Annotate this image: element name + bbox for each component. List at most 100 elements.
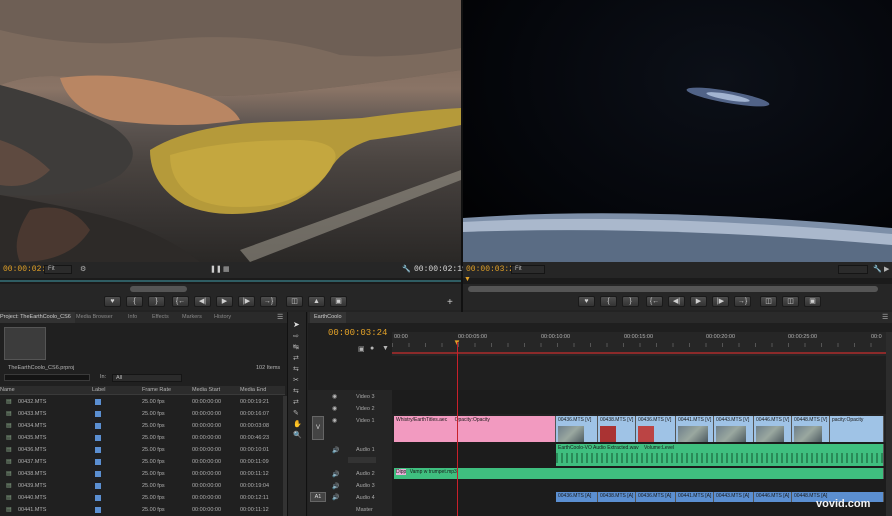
snap-icon[interactable]: ▣ — [358, 345, 365, 353]
rolling-edit-tool-icon[interactable]: ⇄ — [293, 354, 299, 362]
go-to-in-button[interactable]: {← — [646, 296, 663, 307]
mark-in-button[interactable]: { — [126, 296, 143, 307]
search-in-select[interactable]: All — [112, 374, 182, 382]
column-name[interactable]: Name — [0, 387, 15, 393]
video-target-toggle[interactable]: V — [312, 416, 324, 440]
step-forward-button[interactable]: |▶ — [712, 296, 729, 307]
column-media-end[interactable]: Media End — [240, 387, 266, 393]
label-color-swatch[interactable] — [95, 483, 101, 489]
slide-tool-icon[interactable]: ⇄ — [293, 398, 299, 406]
project-item-row[interactable]: ▤ 00436.MTS 25.00 fps 00:00:00:00 00:00:10:0… — [0, 444, 285, 456]
add-marker-button[interactable]: ♥ — [104, 296, 121, 307]
video-clip[interactable]: 00436.MTS [V] — [636, 416, 676, 442]
panel-menu-icon[interactable]: ☰ — [882, 313, 888, 321]
project-search-input[interactable] — [4, 374, 90, 381]
source-time-ruler[interactable] — [0, 278, 461, 284]
mark-in-button[interactable]: { — [600, 296, 617, 307]
tab-project[interactable]: Project: TheEarthCoolo_CS6 — [0, 312, 75, 323]
program-monitor-viewer[interactable] — [463, 0, 892, 262]
step-forward-button[interactable]: |▶ — [238, 296, 255, 307]
video-clip[interactable]: pacity:Opacity — [830, 416, 884, 442]
add-button-icon[interactable]: + — [447, 297, 453, 308]
label-color-swatch[interactable] — [95, 459, 101, 465]
rate-stretch-tool-icon[interactable]: ⇆ — [293, 365, 299, 373]
project-item-row[interactable]: ▤ 00435.MTS 25.00 fps 00:00:00:00 00:00:46:2… — [0, 432, 285, 444]
timeline-current-time[interactable]: 00:00:03:24 — [328, 328, 387, 338]
step-back-button[interactable]: ◀| — [668, 296, 685, 307]
label-color-swatch[interactable] — [95, 471, 101, 477]
eye-icon[interactable]: ◉ — [332, 393, 337, 400]
timeline-scrollbar[interactable] — [886, 332, 892, 516]
label-color-swatch[interactable] — [95, 423, 101, 429]
column-label[interactable]: Label — [92, 387, 105, 393]
play-button[interactable]: ▶ — [690, 296, 707, 307]
project-item-row[interactable]: ▤ 00433.MTS 25.00 fps 00:00:00:00 00:00:16:0… — [0, 408, 285, 420]
timeline-track-area[interactable]: Whistry/EarthTitles.aec Opacity:Opacity … — [392, 390, 886, 516]
track-select-tool-icon[interactable]: ⇨ — [293, 332, 299, 340]
label-color-swatch[interactable] — [95, 495, 101, 501]
music-audio-clip[interactable]: Dipp Vamp w trumpet.mp3 — [394, 468, 884, 479]
export-frame-button[interactable]: ▣ — [330, 296, 347, 307]
export-frame-button[interactable]: ▣ — [804, 296, 821, 307]
video-clip[interactable]: 00448.MTS [V] — [792, 416, 830, 442]
tab-effects[interactable]: Effects — [148, 312, 173, 323]
program-quality-select[interactable] — [838, 265, 868, 274]
audio-target-toggle[interactable]: A1 — [310, 492, 326, 502]
razor-tool-icon[interactable]: ✂ — [293, 376, 299, 384]
source-zoom-select[interactable]: Fit — [44, 265, 72, 274]
video-clip[interactable]: 00443.MTS [V] — [714, 416, 754, 442]
mark-out-button[interactable]: } — [148, 296, 165, 307]
wrench-icon[interactable]: 🔧 — [873, 265, 882, 273]
project-item-row[interactable]: ▤ 00441.MTS 25.00 fps 00:00:00:00 00:00:11:1… — [0, 504, 285, 516]
video-clip[interactable]: 00436.MTS [V] — [556, 416, 598, 442]
tab-info[interactable]: Info — [124, 312, 141, 323]
video-clip[interactable]: 00446.MTS [V] — [754, 416, 792, 442]
tab-markers[interactable]: Markers — [178, 312, 206, 323]
label-color-swatch[interactable] — [95, 411, 101, 417]
a4-audio-clip[interactable]: 00436.MTS [A] — [556, 492, 598, 502]
extract-button[interactable]: ◫ — [782, 296, 799, 307]
project-item-row[interactable]: ▤ 00440.MTS 25.00 fps 00:00:00:00 00:00:12:1… — [0, 492, 285, 504]
source-timecode-out[interactable]: 00:00:02:19 — [414, 265, 467, 274]
speaker-icon[interactable]: 🔊 — [332, 494, 339, 501]
a4-audio-clip[interactable]: 00446.MTS [A] — [754, 492, 792, 502]
speaker-icon[interactable]: 🔊 — [332, 483, 339, 490]
go-to-out-button[interactable]: →} — [734, 296, 751, 307]
step-back-button[interactable]: ◀| — [194, 296, 211, 307]
vo-audio-clip[interactable]: EarthCoolo-VO Audio Extracted.wav Volume… — [556, 444, 884, 466]
video-clip[interactable]: 00441.MTS [V] — [676, 416, 714, 442]
settings-icon[interactable]: ⚙ — [80, 265, 86, 273]
playhead-line[interactable] — [457, 342, 458, 516]
a4-audio-clip[interactable]: 00443.MTS [A] — [714, 492, 754, 502]
pause-icon[interactable]: ❚❚ — [210, 265, 222, 273]
insert-button[interactable]: ◫ — [286, 296, 303, 307]
a4-audio-clip[interactable]: 00441.MTS [A] — [676, 492, 714, 502]
playhead-marker-icon[interactable]: ▼ — [464, 276, 471, 283]
label-color-swatch[interactable] — [95, 435, 101, 441]
hand-tool-icon[interactable]: ✋ — [293, 420, 302, 428]
video-clip[interactable]: 00438.MTS [V] — [598, 416, 636, 442]
go-to-out-button[interactable]: →} — [260, 296, 277, 307]
project-item-row[interactable]: ▤ 00437.MTS 25.00 fps 00:00:00:00 00:00:11:0… — [0, 456, 285, 468]
pen-tool-icon[interactable]: ✎ — [293, 409, 299, 417]
a4-audio-clip[interactable]: 00438.MTS [A] — [598, 492, 636, 502]
marker-icon[interactable]: ▼ — [382, 345, 389, 352]
source-monitor-viewer[interactable] — [0, 0, 461, 262]
column-frame-rate[interactable]: Frame Rate — [142, 387, 171, 393]
slip-tool-icon[interactable]: ⇆ — [293, 387, 299, 395]
audio-transition[interactable]: Dipp — [396, 469, 407, 475]
speaker-icon[interactable]: 🔊 — [332, 447, 339, 454]
timeline-ruler[interactable]: 00:00 00:00:05:00 00:00:10:00 00:00:15:0… — [392, 332, 886, 356]
selection-tool-icon[interactable]: ➤ — [293, 320, 300, 329]
wrench-icon[interactable]: 🔧 — [402, 265, 411, 273]
tab-sequence[interactable]: EarthCoolo — [310, 312, 346, 323]
tab-history[interactable]: History — [210, 312, 235, 323]
go-to-in-button[interactable]: {← — [172, 296, 189, 307]
project-item-row[interactable]: ▤ 00434.MTS 25.00 fps 00:00:00:00 00:00:03:0… — [0, 420, 285, 432]
program-zoom-select[interactable]: Fit — [511, 265, 545, 274]
panel-menu-icon[interactable]: ☰ — [277, 313, 283, 321]
label-color-swatch[interactable] — [95, 399, 101, 405]
project-item-row[interactable]: ▤ 00439.MTS 25.00 fps 00:00:00:00 00:00:19:0… — [0, 480, 285, 492]
mark-out-button[interactable]: } — [622, 296, 639, 307]
a4-audio-clip[interactable]: 00436.MTS [A] — [636, 492, 676, 502]
